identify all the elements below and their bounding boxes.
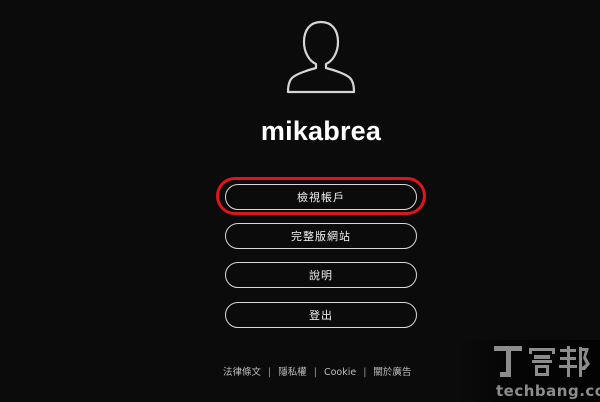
footer-link-legal[interactable]: 法律條文 bbox=[223, 367, 261, 378]
footer-separator: | bbox=[363, 367, 367, 378]
logout-button[interactable]: 登出 bbox=[225, 302, 417, 328]
help-label: 說明 bbox=[309, 269, 333, 282]
svg-text:techbang.com: techbang.com bbox=[496, 382, 600, 400]
username: mikabrea bbox=[260, 116, 382, 146]
help-button[interactable]: 說明 bbox=[225, 262, 417, 288]
full-site-label: 完整版網站 bbox=[291, 230, 351, 243]
view-account-label: 檢視帳戶 bbox=[297, 191, 345, 204]
techbang-watermark-logo: techbang.com bbox=[458, 340, 600, 402]
footer-link-privacy[interactable]: 隱私權 bbox=[278, 367, 307, 378]
footer-separator: | bbox=[268, 367, 272, 378]
footer-link-ads[interactable]: 關於廣告 bbox=[373, 367, 411, 378]
full-site-button[interactable]: 完整版網站 bbox=[225, 223, 417, 249]
footer-link-cookie[interactable]: Cookie bbox=[324, 367, 356, 378]
footer-separator: | bbox=[313, 367, 317, 378]
user-silhouette-icon bbox=[286, 20, 356, 94]
view-account-button[interactable]: 檢視帳戶 bbox=[225, 184, 417, 210]
footer-links: 法律條文 | 隱私權 | Cookie | 關於廣告 bbox=[223, 364, 411, 378]
logout-label: 登出 bbox=[309, 309, 333, 322]
